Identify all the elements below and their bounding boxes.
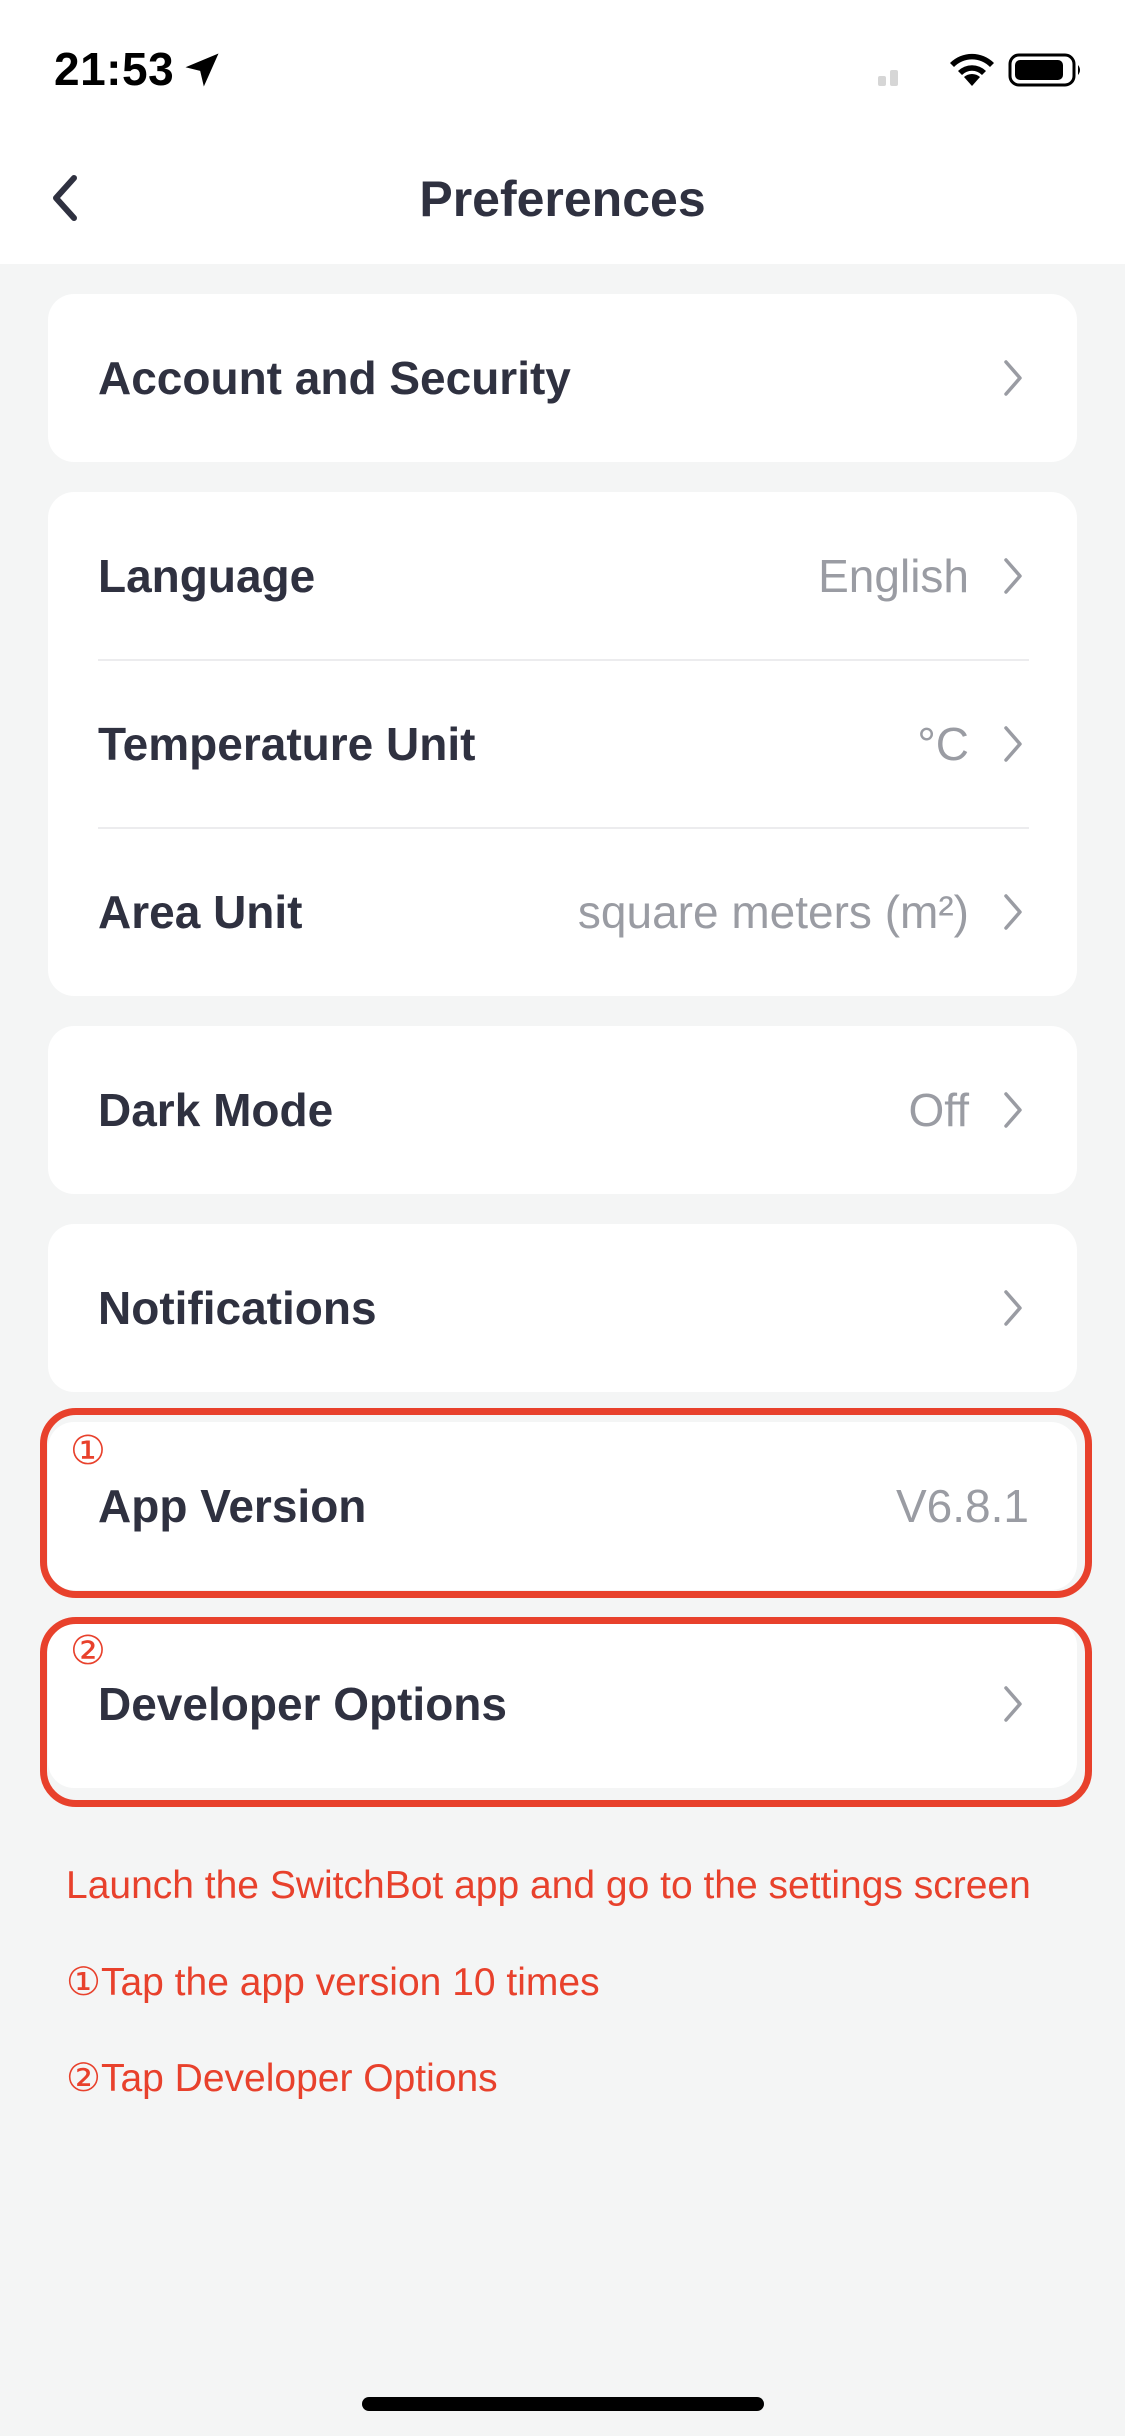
temperature-unit-label: Temperature Unit bbox=[98, 718, 476, 770]
notifications-label: Notifications bbox=[98, 1282, 377, 1334]
area-unit-value: square meters (m²) bbox=[577, 886, 969, 938]
page-title: Preferences bbox=[419, 171, 706, 227]
instruction-line: Launch the SwitchBot app and go to the s… bbox=[66, 1864, 1031, 1907]
units-card: Language English Temperature Unit °C Are… bbox=[48, 492, 1077, 996]
app-version-highlight bbox=[40, 1408, 1092, 1598]
account-card: Account and Security bbox=[48, 294, 1077, 462]
wifi-icon bbox=[950, 53, 994, 86]
dark-mode-card: Dark Mode Off bbox=[48, 1026, 1077, 1194]
signal-icon bbox=[878, 70, 898, 86]
battery-icon bbox=[1008, 53, 1080, 87]
status-bar: 21:53 bbox=[0, 0, 1125, 132]
chevron-right-icon bbox=[1004, 726, 1022, 762]
status-time: 21:53 bbox=[54, 43, 175, 95]
area-unit-row[interactable]: Area Unit square meters (m²) bbox=[48, 828, 1077, 996]
area-unit-label: Area Unit bbox=[98, 886, 303, 938]
notifications-card: Notifications bbox=[48, 1224, 1077, 1392]
chevron-right-icon bbox=[1004, 558, 1022, 594]
home-indicator[interactable] bbox=[362, 2397, 764, 2411]
instruction-line: ①Tap the app version 10 times bbox=[66, 1961, 600, 2004]
chevron-right-icon bbox=[1004, 360, 1022, 396]
account-security-row[interactable]: Account and Security bbox=[48, 294, 1077, 462]
location-arrow-icon bbox=[185, 53, 219, 87]
developer-options-highlight bbox=[40, 1617, 1092, 1807]
dark-mode-row[interactable]: Dark Mode Off bbox=[48, 1026, 1077, 1194]
dark-mode-label: Dark Mode bbox=[98, 1084, 334, 1136]
language-value: English bbox=[818, 550, 969, 602]
notifications-row[interactable]: Notifications bbox=[48, 1224, 1077, 1392]
step-2-marker: ② bbox=[70, 1628, 106, 1674]
chevron-right-icon bbox=[1004, 1092, 1022, 1128]
language-row[interactable]: Language English bbox=[48, 492, 1077, 660]
account-security-label: Account and Security bbox=[98, 352, 571, 404]
chevron-right-icon bbox=[1004, 894, 1022, 930]
language-label: Language bbox=[98, 550, 316, 602]
temperature-unit-row[interactable]: Temperature Unit °C bbox=[48, 660, 1077, 828]
step-1-marker: ① bbox=[70, 1428, 106, 1474]
temperature-unit-value: °C bbox=[917, 718, 969, 770]
instruction-line: ②Tap Developer Options bbox=[66, 2057, 498, 2100]
dark-mode-value: Off bbox=[908, 1084, 969, 1136]
chevron-right-icon bbox=[1004, 1290, 1022, 1326]
